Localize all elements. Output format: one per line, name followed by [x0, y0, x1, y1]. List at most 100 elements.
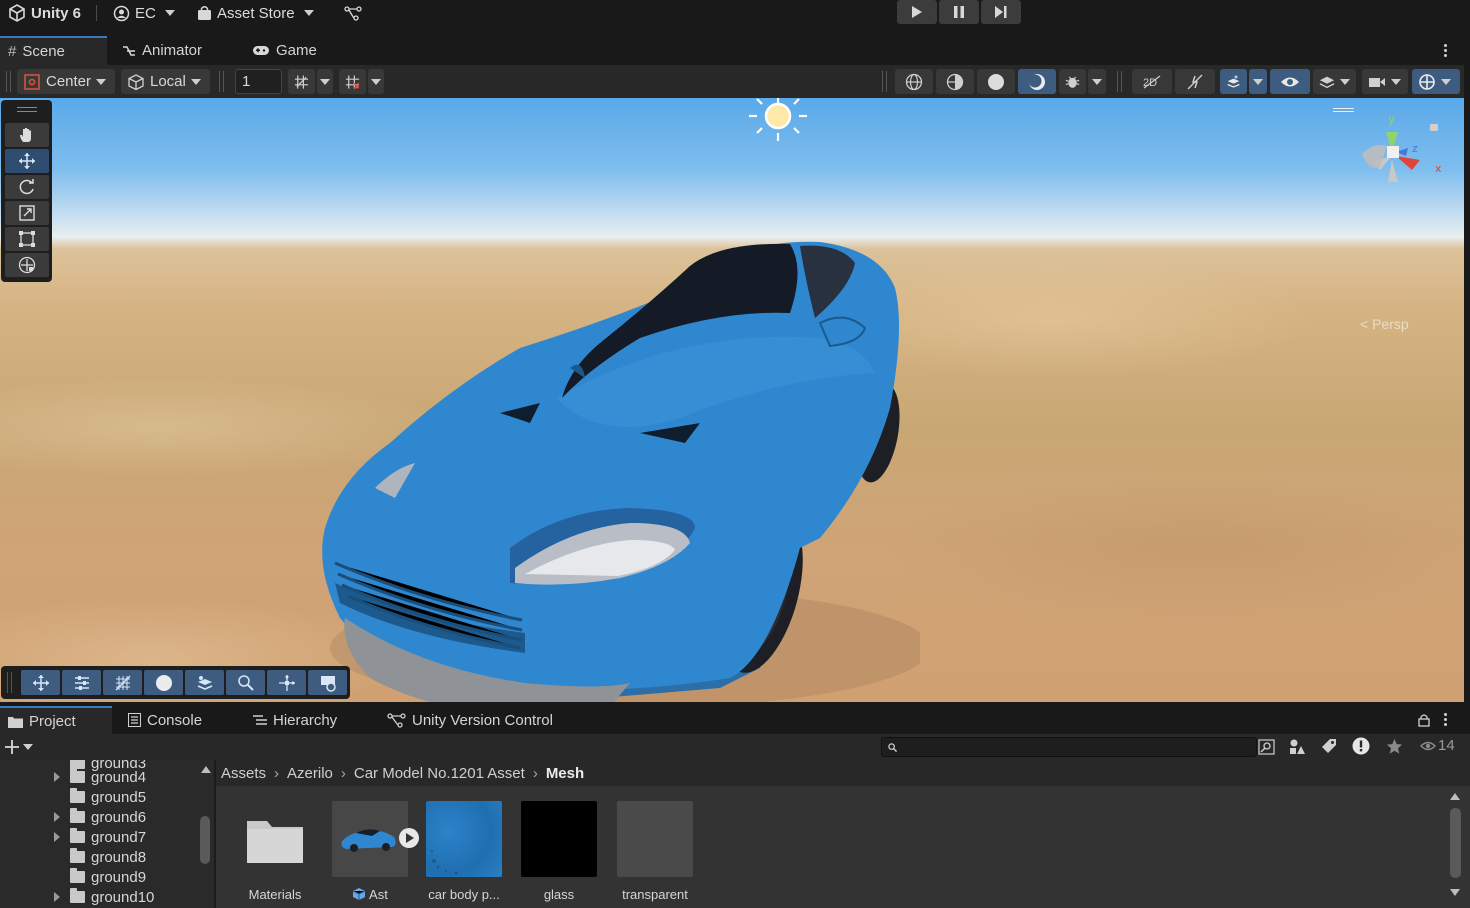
scene-tab-bar: # Scene Animator Game: [0, 36, 1464, 65]
tab-unity-version-control[interactable]: Unity Version Control: [379, 706, 579, 734]
breadcrumb-item-mesh[interactable]: Mesh: [546, 765, 584, 782]
expand-arrow-icon[interactable]: [54, 892, 60, 902]
breadcrumb-item-car-model[interactable]: Car Model No.1201 Asset: [354, 765, 525, 782]
scroll-down-icon[interactable]: [1450, 889, 1460, 896]
lighting-toggle-button[interactable]: [1175, 69, 1215, 94]
breadcrumb-item-assets[interactable]: Assets: [221, 765, 266, 782]
tab-animator[interactable]: Animator: [114, 36, 224, 65]
scene-viewport[interactable]: y z x < Persp: [0, 98, 1464, 702]
rotate-tool-button[interactable]: [5, 175, 49, 199]
asset-item-transparent[interactable]: transparent: [610, 801, 700, 902]
draw-mode-menu[interactable]: [1088, 69, 1106, 94]
grid-snapping-menu[interactable]: [317, 69, 333, 94]
move-tool-button[interactable]: [5, 149, 49, 173]
asset-item-glass[interactable]: glass: [514, 801, 604, 902]
lighting-overlay-toggle[interactable]: [144, 670, 183, 695]
search-by-scene-icon[interactable]: [1258, 739, 1275, 755]
tree-item-ground5[interactable]: ground5: [70, 787, 146, 807]
increment-snap-toggle[interactable]: [339, 69, 366, 94]
tree-item-ground6[interactable]: ground6: [54, 807, 146, 827]
tab-scene[interactable]: # Scene: [0, 36, 107, 65]
projection-toggle[interactable]: < Persp: [1360, 316, 1409, 332]
grid-and-snap-toggle[interactable]: [103, 670, 142, 695]
pause-button[interactable]: [939, 0, 979, 24]
car-model[interactable]: [300, 228, 920, 702]
asset-store-dropdown[interactable]: Asset Store: [197, 0, 314, 26]
tree-item-ground8[interactable]: ground8: [70, 847, 146, 867]
hidden-packages-toggle[interactable]: 14: [1420, 737, 1455, 754]
rect-tool-button[interactable]: [5, 227, 49, 251]
play-button[interactable]: [897, 0, 937, 24]
unity-menu-button[interactable]: Unity 6: [8, 0, 81, 26]
more-options-icon[interactable]: [1444, 44, 1447, 57]
tree-scrollbar[interactable]: [200, 816, 210, 864]
version-control-button[interactable]: [344, 0, 362, 26]
asset-grid-scrollbar[interactable]: [1450, 808, 1461, 878]
tab-console[interactable]: Console: [120, 706, 230, 734]
more-options-icon[interactable]: [1444, 713, 1447, 726]
increment-snap-menu[interactable]: [368, 69, 384, 94]
directional-light-icon[interactable]: [748, 98, 808, 144]
account-dropdown[interactable]: EC: [113, 0, 175, 26]
asset-store-label: Asset Store: [217, 4, 295, 22]
drag-handle-icon[interactable]: [7, 672, 12, 693]
components-overlay-toggle[interactable]: [185, 670, 224, 695]
effects-toggle-button[interactable]: [1220, 69, 1247, 94]
debug-draw-mode-button[interactable]: [1059, 69, 1086, 94]
breadcrumb-item-azerilo[interactable]: Azerilo: [287, 765, 333, 782]
pivot-space-dropdown[interactable]: Local: [121, 69, 210, 94]
drag-handle-icon[interactable]: [882, 71, 887, 92]
orientation-overlay-toggle[interactable]: [267, 670, 306, 695]
orientation-gizmo[interactable]: y z x: [1352, 112, 1448, 198]
asset-item-ast[interactable]: Ast: [325, 801, 419, 902]
tree-item-ground10[interactable]: ground10: [54, 887, 154, 907]
tab-project[interactable]: Project: [0, 706, 112, 734]
tree-item-ground9[interactable]: ground9: [70, 867, 146, 887]
tool-settings-toggle[interactable]: [62, 670, 101, 695]
view-tool-button[interactable]: [5, 123, 49, 147]
scroll-up-icon[interactable]: [201, 766, 211, 773]
expand-arrow-icon[interactable]: [54, 812, 60, 822]
scroll-up-icon[interactable]: [1450, 793, 1460, 800]
lock-icon[interactable]: [1418, 713, 1430, 727]
log-issues-icon[interactable]: [1352, 737, 1370, 755]
asset-item-car-body-paint[interactable]: car body p...: [419, 801, 509, 902]
expand-arrow-icon[interactable]: [54, 832, 60, 842]
transform-tool-button[interactable]: [5, 253, 49, 277]
filter-by-type-icon[interactable]: [1288, 738, 1306, 756]
play-preview-icon[interactable]: [398, 827, 420, 849]
drag-handle-icon[interactable]: [17, 107, 37, 112]
2d-toggle-button[interactable]: 2D: [1132, 69, 1172, 94]
cameras-overlay-toggle[interactable]: [308, 670, 347, 695]
scale-tool-button[interactable]: [5, 201, 49, 225]
asset-item-materials[interactable]: Materials: [230, 801, 320, 902]
drag-handle-icon[interactable]: [1117, 71, 1122, 92]
effects-menu[interactable]: [1249, 69, 1267, 94]
search-overlay-toggle[interactable]: [226, 670, 265, 695]
tree-item-ground7[interactable]: ground7: [54, 827, 146, 847]
tab-hierarchy[interactable]: Hierarchy: [245, 706, 365, 734]
step-button[interactable]: [981, 0, 1021, 24]
drag-handle-icon[interactable]: [219, 71, 224, 92]
layers-dropdown[interactable]: [1313, 69, 1356, 94]
draw-mode-shaded-wire-button[interactable]: [936, 69, 974, 94]
draw-mode-unlit-button[interactable]: [1018, 69, 1056, 94]
grid-increment-field[interactable]: 1: [235, 69, 282, 94]
expand-arrow-icon[interactable]: [54, 772, 60, 782]
drag-handle-icon[interactable]: [6, 71, 11, 92]
tree-item-ground4[interactable]: ground4: [54, 767, 146, 787]
create-menu-button[interactable]: [4, 736, 38, 758]
grid-snapping-toggle[interactable]: [288, 69, 315, 94]
pivot-mode-dropdown[interactable]: Center: [17, 69, 115, 94]
draw-mode-shaded-button[interactable]: [977, 69, 1015, 94]
camera-settings-dropdown[interactable]: [1362, 69, 1408, 94]
search-field[interactable]: [881, 737, 1257, 757]
overlay-menu-icon[interactable]: [1333, 108, 1354, 112]
scene-visibility-toggle[interactable]: [1270, 69, 1310, 94]
draw-mode-wireframe-button[interactable]: [895, 69, 933, 94]
favorite-star-icon[interactable]: [1386, 738, 1403, 755]
move-handles-toggle[interactable]: [21, 670, 60, 695]
gizmos-dropdown[interactable]: [1412, 69, 1460, 94]
filter-by-label-icon[interactable]: [1321, 738, 1337, 754]
tab-game[interactable]: Game: [244, 36, 334, 65]
